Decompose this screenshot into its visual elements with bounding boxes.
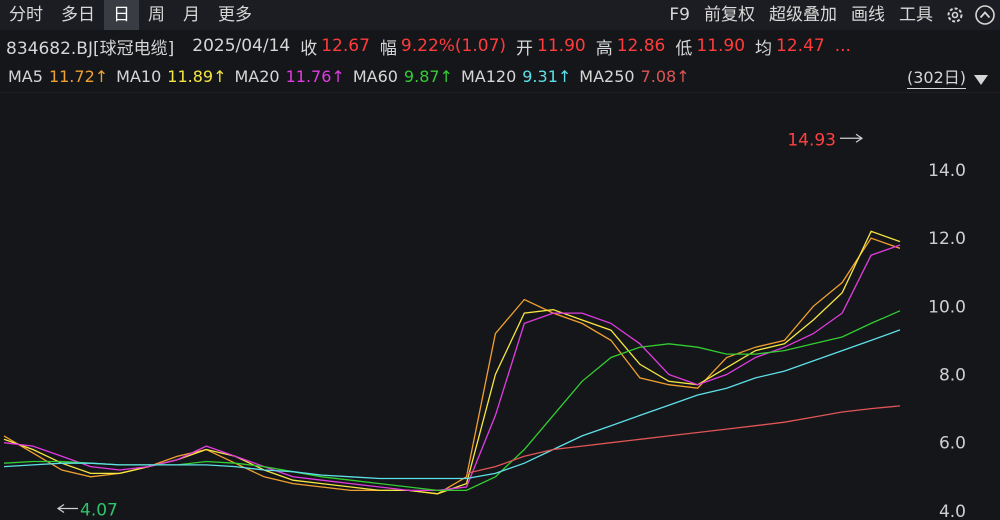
y-tick-label: 12.0 xyxy=(928,229,966,249)
stock-code: 834682.BJ[球冠电缆] xyxy=(6,38,175,59)
ma-value-3: 9.87↑ xyxy=(403,66,453,86)
tab-0[interactable]: 分时 xyxy=(0,0,52,30)
tab-2[interactable]: 日 xyxy=(104,0,139,30)
ma-value-0: 11.72↑ xyxy=(48,66,109,86)
series-ma10 xyxy=(3,230,901,495)
avg-value: 12.47 xyxy=(776,36,825,56)
chevron-down-icon[interactable] xyxy=(974,70,988,89)
avg-label: 均 xyxy=(755,38,773,59)
high-label: 高 xyxy=(595,38,613,59)
series-ma20 xyxy=(3,244,901,492)
tab-3[interactable]: 周 xyxy=(139,0,174,30)
tab-1[interactable]: 多日 xyxy=(52,0,104,30)
ma-value-2: 11.76↑ xyxy=(285,66,345,86)
y-tick-label: 6.0 xyxy=(939,434,966,454)
tool-2[interactable]: 超级叠加 xyxy=(762,0,844,30)
high-value: 12.86 xyxy=(616,36,666,56)
amplitude-value: 9.22%(1.07) xyxy=(400,36,507,56)
tool-4[interactable]: 工具 xyxy=(892,0,940,30)
y-tick-label: 14.0 xyxy=(928,161,966,181)
series-ma5 xyxy=(3,237,901,495)
low-value: 11.90 xyxy=(696,36,746,56)
tool-0[interactable]: F9 xyxy=(662,0,697,30)
collapse-up-icon[interactable] xyxy=(970,0,1000,30)
ma-label-1: MA10 xyxy=(116,66,162,86)
y-tick-label: 8.0 xyxy=(939,366,966,386)
ma-value-4: 9.31↑ xyxy=(522,66,572,86)
open-value: 11.90 xyxy=(537,36,586,56)
tool-3[interactable]: 画线 xyxy=(844,0,892,30)
ma-value-5: 7.08↑ xyxy=(640,66,690,86)
low-label: 低 xyxy=(675,38,693,59)
close-label: 收 xyxy=(300,38,318,59)
quote-date: 2025/04/14 xyxy=(192,36,291,56)
quote-info-row: 834682.BJ[球冠电缆] 2025/04/14 收 12.67 幅 9.2… xyxy=(0,32,1000,60)
series-ma60 xyxy=(3,310,901,492)
series-ma250 xyxy=(466,405,901,475)
gear-icon[interactable] xyxy=(940,0,970,30)
close-value: 12.67 xyxy=(321,36,370,56)
series-ma120 xyxy=(3,329,901,480)
min-price-label: 4.07 xyxy=(80,500,118,520)
kline-chart[interactable]: 4.0 6.0 8.0 10.0 12.0 14.0 14.93 4.07 xyxy=(0,92,1000,520)
ma-label-4: MA120 xyxy=(460,66,517,86)
ma-value-1: 11.89↑ xyxy=(167,66,227,86)
max-price-label: 14.93 xyxy=(787,130,836,150)
max-arrow-icon xyxy=(840,133,864,143)
min-arrow-icon xyxy=(56,504,78,513)
ma-label-2: MA20 xyxy=(234,66,280,86)
tab-4[interactable]: 月 xyxy=(174,0,209,30)
ma-label-0: MA5 xyxy=(8,66,43,86)
days-count-toggle[interactable]: (302日) xyxy=(906,64,966,89)
right-toolbar: F9 前复权 超级叠加 画线 工具 xyxy=(662,0,1000,30)
tab-5[interactable]: 更多 xyxy=(209,0,261,30)
y-tick-label: 10.0 xyxy=(928,297,966,317)
ma-label-5: MA250 xyxy=(579,66,635,86)
ma-label-3: MA60 xyxy=(352,66,398,86)
open-label: 开 xyxy=(516,38,534,59)
amplitude-label: 幅 xyxy=(379,38,397,59)
more-info[interactable]: ... xyxy=(835,36,851,56)
y-tick-label: 4.0 xyxy=(939,502,966,520)
ma-legend: MA5 11.72↑ MA10 11.89↑ MA20 11.76↑ MA60 9.87↑ MA… xyxy=(0,62,1000,90)
tool-1[interactable]: 前复权 xyxy=(697,0,762,30)
